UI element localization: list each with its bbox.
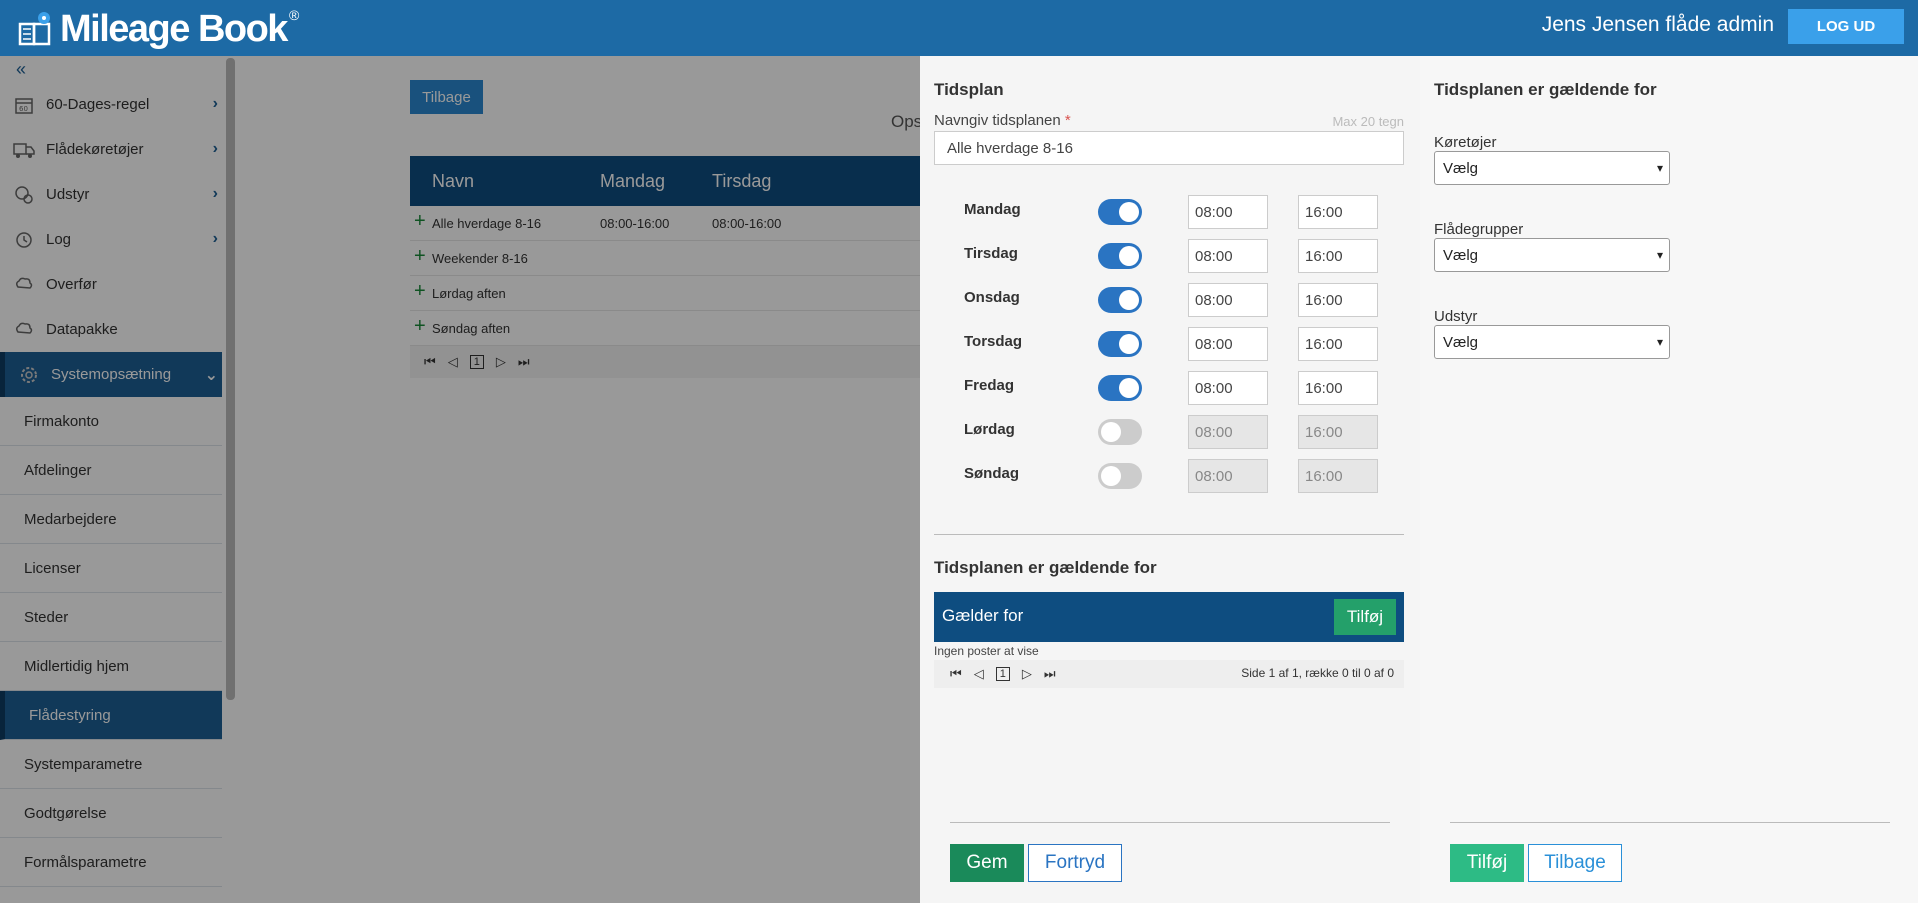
back-button[interactable]: Tilbage	[1528, 844, 1622, 882]
chevron-down-icon: ▾	[1656, 248, 1663, 262]
day-row-monday: Mandag 08:00 16:00	[964, 195, 1384, 229]
cancel-button[interactable]: Fortryd	[1028, 844, 1122, 882]
schedule-name-input[interactable]: Alle hverdage 8-16	[934, 131, 1404, 165]
prev-page-icon[interactable]: ◁	[974, 666, 984, 682]
applies-for-panel: Tidsplanen er gældende for Køretøjer Væl…	[1420, 56, 1918, 903]
applies-column-label: Gælder for	[942, 606, 1024, 625]
add-applies-button[interactable]: Tilføj	[1334, 599, 1396, 635]
page-info: Side 1 af 1, række 0 til 0 af 0	[1241, 666, 1394, 680]
logout-button[interactable]: LOG UD	[1788, 9, 1904, 44]
to-time-input: 16:00	[1298, 415, 1378, 449]
day-toggle[interactable]	[1098, 287, 1142, 313]
first-page-icon[interactable]: ⏮	[950, 666, 962, 682]
to-time-input[interactable]: 16:00	[1298, 195, 1378, 229]
day-row-saturday: Lørdag 08:00 16:00	[964, 415, 1384, 449]
from-time-input[interactable]: 08:00	[1188, 239, 1268, 273]
day-toggle[interactable]	[1098, 419, 1142, 445]
panel-title: Tidsplan	[934, 80, 1004, 99]
day-row-sunday: Søndag 08:00 16:00	[964, 459, 1384, 493]
name-label: Navngiv tidsplanen *	[934, 112, 1071, 129]
from-time-input: 08:00	[1188, 459, 1268, 493]
from-time-input[interactable]: 08:00	[1188, 371, 1268, 405]
day-label: Mandag	[964, 201, 1021, 218]
no-records-text: Ingen poster at vise	[934, 644, 1039, 658]
schedule-editor-panel: Tidsplan Navngiv tidsplanen * Max 20 teg…	[920, 56, 1420, 903]
day-toggle[interactable]	[1098, 375, 1142, 401]
to-time-input[interactable]: 16:00	[1298, 327, 1378, 361]
fleet-groups-select[interactable]: Vælg ▾	[1434, 238, 1670, 272]
chevron-down-icon: ▾	[1656, 161, 1663, 175]
from-time-input[interactable]: 08:00	[1188, 195, 1268, 229]
day-label: Onsdag	[964, 289, 1020, 306]
app-header: Mileage Book ® Jens Jensen flåde admin L…	[0, 0, 1918, 56]
panel-title: Tidsplanen er gældende for	[1434, 80, 1657, 99]
save-button[interactable]: Gem	[950, 844, 1024, 882]
equipment-select[interactable]: Vælg ▾	[1434, 325, 1670, 359]
max-length-note: Max 20 tegn	[1332, 114, 1404, 129]
last-page-icon[interactable]: ⏭	[1044, 666, 1056, 682]
day-row-thursday: Torsdag 08:00 16:00	[964, 327, 1384, 361]
day-row-wednesday: Onsdag 08:00 16:00	[964, 283, 1384, 317]
day-label: Lørdag	[964, 421, 1015, 438]
day-label: Tirsdag	[964, 245, 1018, 262]
chevron-down-icon: ▾	[1656, 335, 1663, 349]
day-toggle[interactable]	[1098, 463, 1142, 489]
current-page[interactable]: 1	[995, 667, 1010, 681]
from-time-input[interactable]: 08:00	[1188, 283, 1268, 317]
from-time-input: 08:00	[1188, 415, 1268, 449]
app-title: Mileage Book	[60, 7, 288, 50]
logo: Mileage Book ®	[18, 6, 299, 52]
day-label: Fredag	[964, 377, 1015, 394]
day-toggle[interactable]	[1098, 199, 1142, 225]
next-page-icon[interactable]: ▷	[1022, 666, 1032, 682]
day-row-friday: Fredag 08:00 16:00	[964, 371, 1384, 405]
from-time-input[interactable]: 08:00	[1188, 327, 1268, 361]
day-row-tuesday: Tirsdag 08:00 16:00	[964, 239, 1384, 273]
applies-pager: ⏮ ◁ 1 ▷ ⏭ Side 1 af 1, række 0 til 0 af …	[934, 660, 1404, 688]
required-mark: *	[1064, 112, 1071, 129]
to-time-input[interactable]: 16:00	[1298, 283, 1378, 317]
divider	[934, 534, 1404, 535]
current-user: Jens Jensen flåde admin	[1541, 13, 1774, 36]
equipment-label: Udstyr	[1434, 308, 1478, 325]
day-toggle[interactable]	[1098, 331, 1142, 357]
divider	[950, 822, 1390, 823]
to-time-input[interactable]: 16:00	[1298, 371, 1378, 405]
book-logo-icon	[18, 12, 51, 46]
applies-table-header: Gælder for Tilføj	[934, 592, 1404, 642]
day-toggle[interactable]	[1098, 243, 1142, 269]
to-time-input[interactable]: 16:00	[1298, 239, 1378, 273]
divider	[1450, 822, 1890, 823]
registered-mark: ®	[288, 7, 300, 23]
day-label: Torsdag	[964, 333, 1023, 350]
day-label: Søndag	[964, 465, 1019, 482]
vehicles-label: Køretøjer	[1434, 134, 1497, 151]
applies-subtitle: Tidsplanen er gældende for	[934, 558, 1157, 577]
fleet-groups-label: Flådegrupper	[1434, 221, 1524, 238]
add-button[interactable]: Tilføj	[1450, 844, 1524, 882]
vehicles-select[interactable]: Vælg ▾	[1434, 151, 1670, 185]
to-time-input: 16:00	[1298, 459, 1378, 493]
